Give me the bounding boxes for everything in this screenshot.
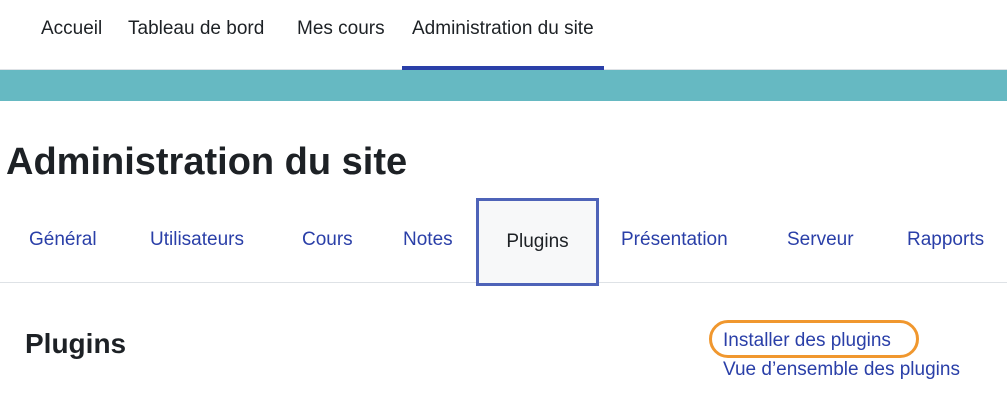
section-title-plugins: Plugins bbox=[25, 328, 127, 359]
tab-serveur[interactable]: Serveur bbox=[787, 196, 854, 282]
tab-general[interactable]: Général bbox=[29, 196, 97, 282]
tab-notes[interactable]: Notes bbox=[403, 196, 453, 282]
primary-navigation: Accueil Tableau de bord Mes cours Admini… bbox=[0, 0, 1007, 70]
tab-utilisateurs[interactable]: Utilisateurs bbox=[150, 196, 244, 282]
tab-presentation[interactable]: Présentation bbox=[621, 196, 728, 282]
install-plugins-link[interactable]: Installer des plugins bbox=[723, 329, 891, 353]
nav-item-tableau-de-bord[interactable]: Tableau de bord bbox=[128, 0, 264, 70]
tab-cours[interactable]: Cours bbox=[302, 196, 353, 282]
page-title: Administration du site bbox=[6, 141, 408, 183]
tab-plugins[interactable]: Plugins bbox=[476, 198, 599, 286]
header-banner bbox=[0, 70, 1007, 101]
nav-item-accueil[interactable]: Accueil bbox=[41, 0, 102, 70]
tab-rapports[interactable]: Rapports bbox=[907, 196, 984, 282]
nav-item-administration-du-site[interactable]: Administration du site bbox=[402, 0, 604, 70]
admin-tabs: Général Utilisateurs Cours Notes Plugins… bbox=[0, 196, 1007, 286]
nav-item-mes-cours[interactable]: Mes cours bbox=[297, 0, 385, 70]
plugins-overview-link[interactable]: Vue d’ensemble des plugins bbox=[723, 358, 960, 382]
